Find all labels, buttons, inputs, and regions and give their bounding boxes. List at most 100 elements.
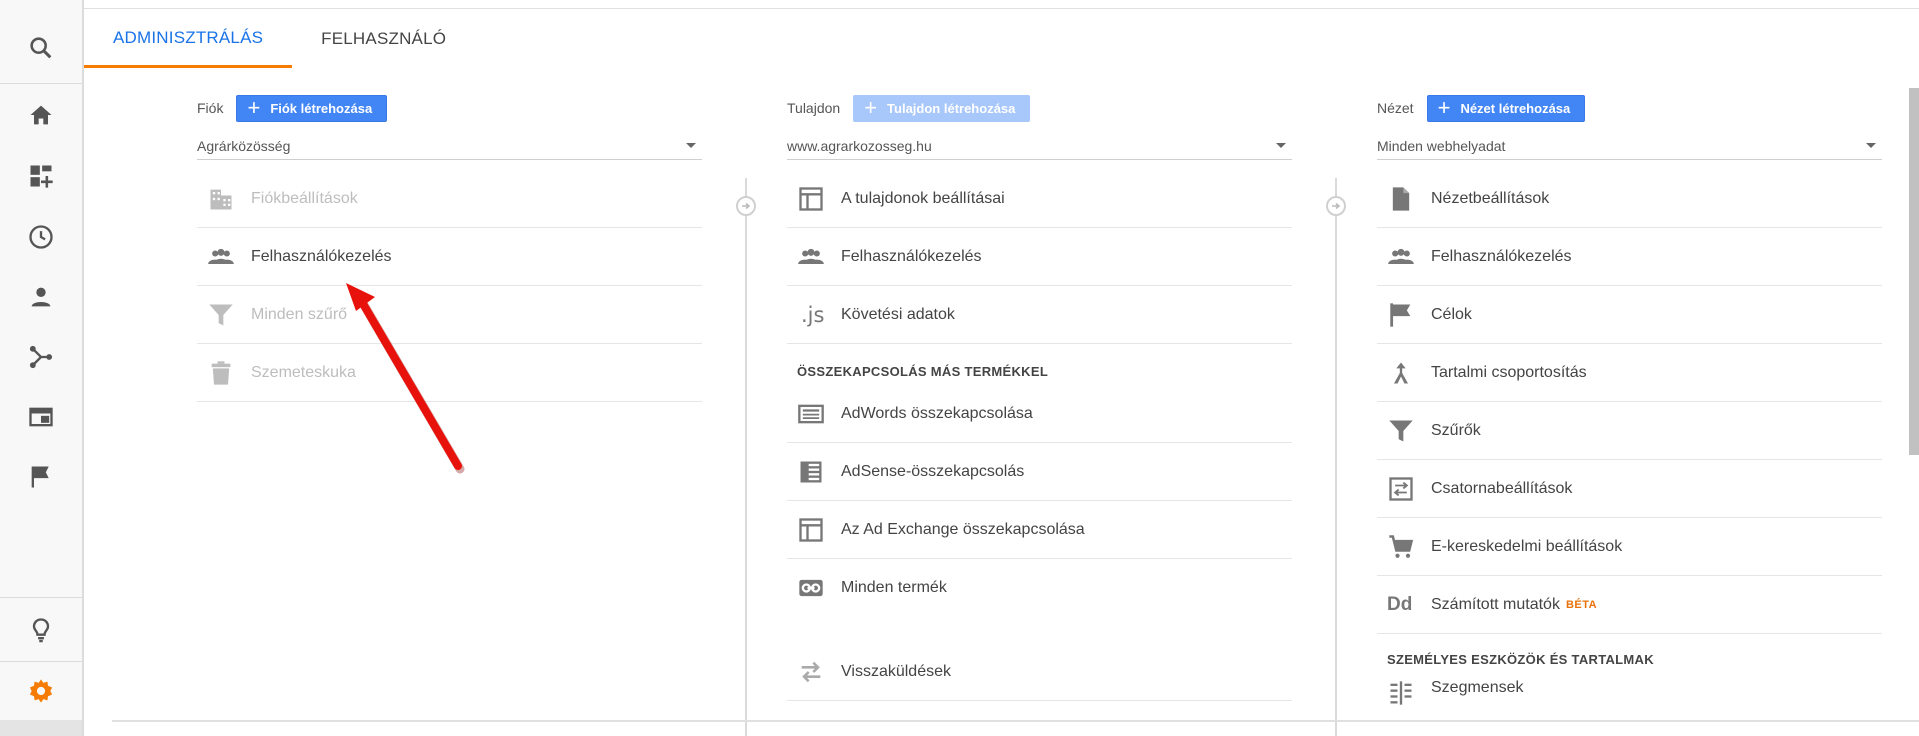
- plus-icon: +: [247, 95, 261, 120]
- all-products-item[interactable]: Minden termék: [787, 559, 1292, 617]
- view-settings-item[interactable]: Nézetbeállítások: [1377, 170, 1882, 228]
- create-property-label: Tulajdon létrehozása: [887, 100, 1016, 116]
- clock-icon: [29, 225, 53, 249]
- property-label: Tulajdon: [787, 100, 841, 116]
- realtime-button[interactable]: [0, 209, 82, 265]
- filter-icon: [209, 304, 233, 325]
- tab-bar: ADMINISZTRÁLÁS FELHASZNÁLÓ: [84, 10, 475, 68]
- content-grouping-item[interactable]: Tartalmi csoportosítás: [1377, 344, 1882, 402]
- channel-settings-label: Csatornabeállítások: [1431, 479, 1573, 497]
- acquisition-icon: [29, 345, 53, 369]
- channel-icon: [1389, 476, 1413, 501]
- people-icon: [208, 248, 234, 264]
- acquisition-button[interactable]: [0, 329, 82, 385]
- account-selected-value: Agrárközösség: [197, 137, 291, 154]
- column-divider: [745, 178, 747, 736]
- create-view-button[interactable]: + Nézet létrehozása: [1426, 94, 1586, 122]
- filters-label: Szűrők: [1431, 421, 1481, 439]
- create-property-button[interactable]: + Tulajdon létrehozása: [853, 94, 1031, 122]
- tab-admin[interactable]: ADMINISZTRÁLÁS: [84, 10, 293, 68]
- behavior-button[interactable]: [0, 389, 82, 445]
- flag-icon: [1390, 302, 1411, 327]
- search-icon: [30, 37, 52, 59]
- property-user-management-item[interactable]: Felhasználókezelés: [787, 228, 1292, 286]
- left-nav-rail: [0, 0, 84, 736]
- layout-icon: [799, 517, 823, 542]
- calculated-metrics-label: Számított mutatók: [1431, 595, 1560, 613]
- caret-down-icon: [686, 143, 696, 148]
- content-group-icon: [1394, 362, 1408, 383]
- view-user-management-label: Felhasználókezelés: [1431, 247, 1572, 265]
- flag-icon: [31, 466, 49, 488]
- admin-button[interactable]: [0, 663, 82, 719]
- tracking-info-item[interactable]: .js Követési adatok: [787, 286, 1292, 344]
- search-button[interactable]: [0, 20, 82, 76]
- behavior-icon: [29, 407, 53, 427]
- js-icon: .js: [801, 302, 825, 327]
- product-linking-heading: ÖSSZEKAPCSOLÁS MÁS TERMÉKKEL: [797, 364, 1049, 379]
- adsense-linking-label: AdSense-összekapcsolás: [841, 462, 1025, 480]
- view-selector[interactable]: Minden webhelyadat: [1377, 132, 1882, 160]
- account-selector[interactable]: Agrárközösség: [197, 132, 702, 160]
- account-label: Fiók: [197, 100, 224, 116]
- conversions-button[interactable]: [0, 449, 82, 505]
- postbacks-item[interactable]: Visszaküldések: [787, 643, 1292, 701]
- account-settings-label: Fiókbeállítások: [251, 189, 358, 207]
- property-selector[interactable]: www.agrarkozosseg.hu: [787, 132, 1292, 160]
- account-trash-item[interactable]: Szemeteskuka: [197, 344, 702, 402]
- scrollbar-thumb[interactable]: [1909, 88, 1919, 455]
- adwords-icon: [798, 404, 824, 423]
- plus-icon: +: [1437, 95, 1451, 120]
- postbacks-label: Visszaküldések: [841, 662, 951, 680]
- adwords-linking-label: AdWords összekapcsolása: [841, 404, 1033, 422]
- top-border: [0, 0, 1919, 9]
- calculated-metrics-item[interactable]: Dd Számított mutatók BÉTA: [1377, 576, 1882, 634]
- postbacks-icon: [801, 661, 821, 682]
- audience-button[interactable]: [0, 269, 82, 325]
- arrow-circle-icon: [736, 196, 756, 216]
- beta-badge: BÉTA: [1565, 598, 1598, 611]
- trash-icon: [211, 360, 231, 385]
- account-column: Fiók + Fiók létrehozása Agrárközösség Fi…: [197, 90, 702, 402]
- property-selected-value: www.agrarkozosseg.hu: [787, 137, 932, 154]
- filter-icon: [1389, 420, 1413, 441]
- document-icon: [1392, 186, 1410, 211]
- account-user-management-item[interactable]: Felhasználókezelés: [197, 228, 702, 286]
- create-account-button[interactable]: + Fiók létrehozása: [236, 94, 388, 122]
- cart-icon: [1389, 534, 1414, 558]
- home-button[interactable]: [0, 87, 82, 143]
- adsense-linking-item[interactable]: AdSense-összekapcsolás: [787, 443, 1292, 501]
- tab-user[interactable]: FELHASZNÁLÓ: [292, 10, 475, 68]
- arrow-circle-icon: [1326, 196, 1346, 216]
- tracking-info-label: Követési adatok: [841, 305, 955, 323]
- view-settings-label: Nézetbeállítások: [1431, 189, 1550, 207]
- building-icon: [210, 189, 232, 209]
- account-settings-item[interactable]: Fiókbeállítások: [197, 170, 702, 228]
- account-all-filters-item[interactable]: Minden szűrő: [197, 286, 702, 344]
- bottom-border: [112, 720, 1919, 722]
- discover-button[interactable]: [0, 602, 82, 658]
- caret-down-icon: [1866, 143, 1876, 148]
- channel-settings-item[interactable]: Csatornabeállítások: [1377, 460, 1882, 518]
- adwords-linking-item[interactable]: AdWords összekapcsolása: [787, 385, 1292, 443]
- segments-item[interactable]: Szegmensek: [1377, 673, 1882, 717]
- property-settings-item[interactable]: A tulajdonok beállításai: [787, 170, 1292, 228]
- create-view-label: Nézet létrehozása: [1460, 100, 1571, 116]
- column-divider: [1335, 178, 1337, 736]
- dd-icon: Dd: [1387, 593, 1413, 615]
- lightbulb-icon: [32, 618, 50, 643]
- adsense-icon: [800, 461, 822, 482]
- filters-item[interactable]: Szűrők: [1377, 402, 1882, 460]
- ecommerce-settings-item[interactable]: E-kereskedelmi beállítások: [1377, 518, 1882, 576]
- content-grouping-label: Tartalmi csoportosítás: [1431, 363, 1587, 381]
- view-user-management-item[interactable]: Felhasználókezelés: [1377, 228, 1882, 286]
- ad-exchange-linking-item[interactable]: Az Ad Exchange összekapcsolása: [787, 501, 1292, 559]
- goals-item[interactable]: Célok: [1377, 286, 1882, 344]
- dashboard-add-icon: [30, 165, 53, 188]
- personal-tools-heading: SZEMÉLYES ESZKÖZÖK ÉS TARTALMAK: [1387, 652, 1654, 667]
- segments-icon: [1390, 681, 1412, 705]
- property-column: Tulajdon + Tulajdon létrehozása www.agra…: [787, 90, 1292, 701]
- people-icon: [798, 248, 824, 264]
- customization-button[interactable]: [0, 148, 82, 204]
- view-column: Nézet + Nézet létrehozása Minden webhely…: [1377, 90, 1882, 717]
